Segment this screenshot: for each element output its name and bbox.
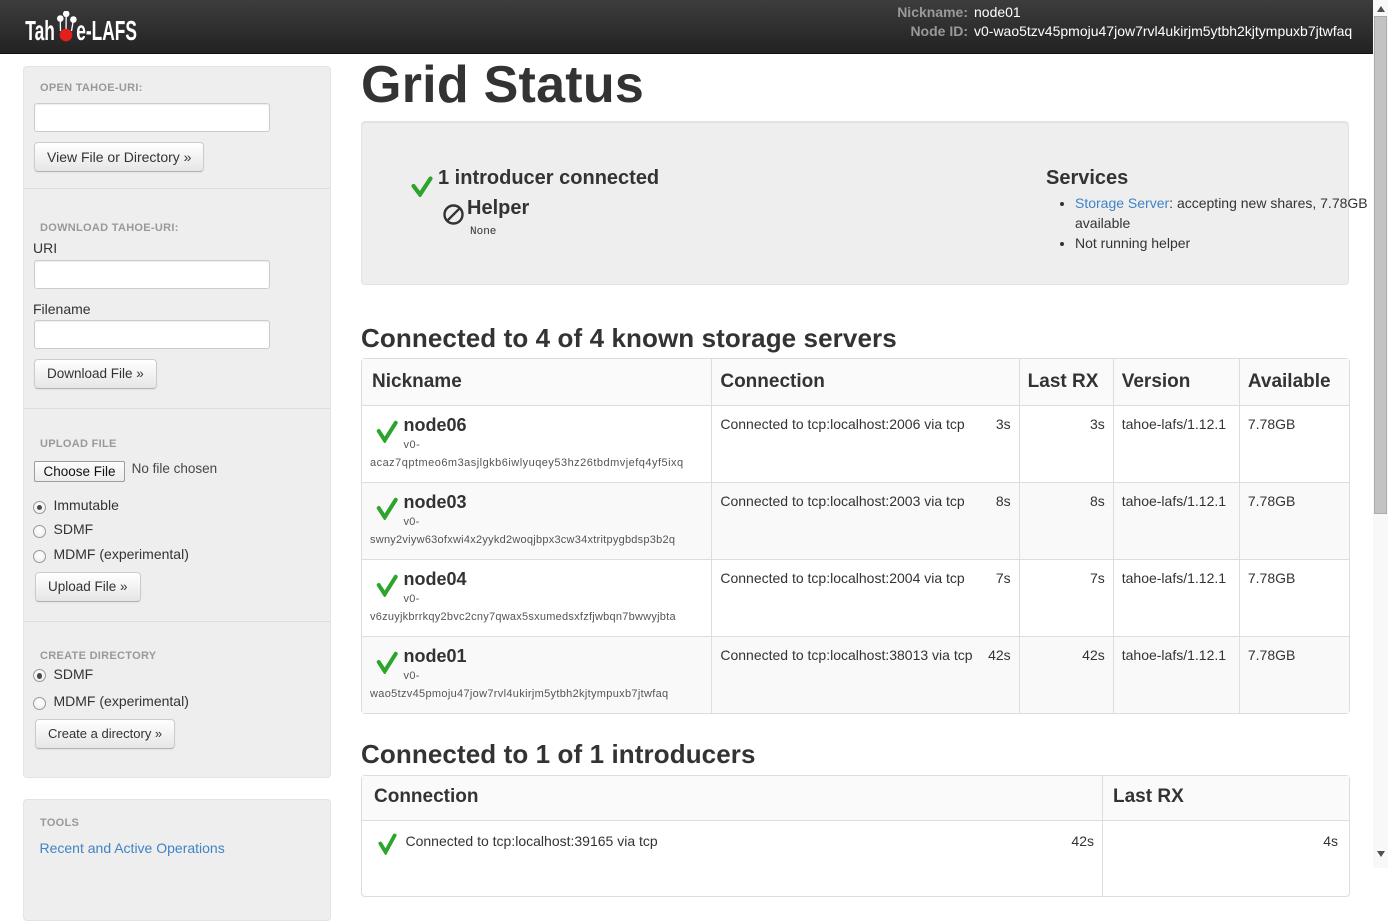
- svg-text:e-LAFS: e-LAFS: [76, 15, 137, 46]
- svg-text:Tah: Tah: [25, 15, 55, 46]
